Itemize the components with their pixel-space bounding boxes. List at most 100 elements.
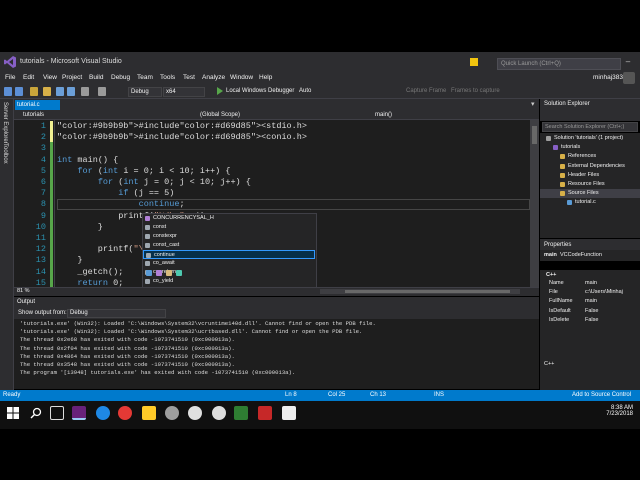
run-target-label[interactable]: Local Windows Debugger <box>226 88 294 94</box>
feedback-flag-icon[interactable] <box>470 58 478 66</box>
menu-project[interactable]: Project <box>62 74 82 81</box>
visual-studio-taskbar-icon[interactable] <box>72 406 86 420</box>
menu-tools[interactable]: Tools <box>160 74 175 81</box>
nav-function-select[interactable]: main() <box>367 111 527 119</box>
tab-list-dropdown-icon[interactable]: ▾ <box>531 100 535 108</box>
avatar[interactable] <box>623 72 635 84</box>
tree-item[interactable]: tutorials <box>561 144 580 150</box>
editor-vertical-scrollbar[interactable] <box>530 120 539 287</box>
properties-title: Properties <box>544 242 572 248</box>
intellisense-item[interactable]: constexpr <box>143 232 315 241</box>
menu-window[interactable]: Window <box>230 74 253 81</box>
add-to-source-control-button[interactable]: Add to Source Control <box>572 392 631 398</box>
line-number: 14 <box>35 266 46 277</box>
code-line: for (int i = 0; i < 10; i++) { <box>77 165 231 176</box>
frames-to-capture-field[interactable]: Frames to capture <box>451 88 500 94</box>
quick-launch-input[interactable]: Quick Launch (Ctrl+Q) <box>497 58 621 70</box>
forward-icon[interactable] <box>15 87 23 96</box>
intellisense-item[interactable]: CONCURRENCYSAL_H <box>143 214 315 223</box>
document-tabstrip <box>14 99 539 110</box>
property-value[interactable]: main <box>585 280 597 286</box>
menu-edit[interactable]: Edit <box>23 74 34 81</box>
tree-item[interactable]: Resource Files <box>568 181 605 187</box>
chrome-icon[interactable] <box>118 406 132 420</box>
start-debugging-icon[interactable] <box>217 87 223 95</box>
property-value[interactable]: main <box>585 298 597 304</box>
change-marker-saved <box>50 142 53 287</box>
toolbox-tab[interactable]: Toolbox <box>2 143 8 164</box>
new-project-icon[interactable] <box>30 87 38 96</box>
capture-frame-button[interactable]: Capture Frame <box>406 88 446 94</box>
file-explorer-icon[interactable] <box>142 406 156 420</box>
menu-view[interactable]: View <box>43 74 57 81</box>
tree-item[interactable]: tutorial.c <box>575 199 596 205</box>
tree-item-icon <box>560 182 565 187</box>
filter-keywords-icon[interactable] <box>146 270 152 276</box>
document-tab[interactable]: tutorial.c <box>15 100 60 110</box>
edge-icon[interactable] <box>96 406 110 420</box>
completion-kind-icon <box>145 234 150 239</box>
solution-explorer-search-input[interactable]: Search Solution Explorer (Ctrl+;) <box>542 122 638 132</box>
intellisense-item[interactable]: co_yield <box>143 277 315 286</box>
search-icon[interactable] <box>30 407 42 419</box>
property-value[interactable]: c:\Users\Minhaj <box>585 289 623 295</box>
code-line: continue; <box>138 199 185 210</box>
app-icon-3[interactable] <box>212 406 226 420</box>
save-icon[interactable] <box>56 87 64 96</box>
taskbar-clock[interactable]: 8:38 AM 7/23/2018 <box>605 405 633 417</box>
editor-vertical-scroll-thumb[interactable] <box>532 126 537 144</box>
intellisense-item[interactable]: continue <box>143 250 315 259</box>
properties-object-name: main <box>544 252 557 258</box>
intellisense-item[interactable]: const <box>143 223 315 232</box>
undo-icon[interactable] <box>81 87 89 96</box>
menu-help[interactable]: Help <box>259 74 272 81</box>
user-name[interactable]: minhaj3838 <box>593 74 627 81</box>
tree-item[interactable]: References <box>568 153 596 159</box>
filter-functions-icon[interactable] <box>156 270 162 276</box>
output-source-select[interactable]: Debug <box>67 309 166 318</box>
menu-file[interactable]: File <box>5 74 15 81</box>
intellisense-item[interactable]: co_await <box>143 259 315 268</box>
menu-team[interactable]: Team <box>137 74 153 81</box>
run-mode-label[interactable]: Auto <box>299 88 311 94</box>
properties-object-select[interactable]: main VCCodeFunction <box>540 250 640 261</box>
app-icon-4[interactable] <box>234 406 248 420</box>
acrobat-icon[interactable] <box>258 406 272 420</box>
tree-item[interactable]: External Dependencies <box>568 163 625 169</box>
tree-item[interactable]: Source Files <box>568 190 599 196</box>
back-icon[interactable] <box>4 87 12 96</box>
status-insert-mode: INS <box>434 392 445 398</box>
minimize-button[interactable]: – <box>624 57 632 67</box>
tree-item-icon <box>560 191 565 197</box>
window-title: tutorials - Microsoft Visual Studio <box>20 58 122 65</box>
menu-test[interactable]: Test <box>183 74 195 81</box>
nav-scope-select[interactable]: (Global Scope) <box>192 111 365 119</box>
redo-icon[interactable] <box>98 87 106 96</box>
filter-types-icon[interactable] <box>176 270 182 276</box>
app-icon-2[interactable] <box>188 406 202 420</box>
windows-start-icon[interactable] <box>7 407 19 419</box>
save-all-icon[interactable] <box>67 87 75 96</box>
app-icon-1[interactable] <box>165 406 179 420</box>
zoom-level[interactable]: 81 % <box>17 288 30 294</box>
tree-item[interactable]: Solution 'tutorials' (1 project) <box>554 135 623 141</box>
menu-build[interactable]: Build <box>89 74 103 81</box>
task-view-icon[interactable] <box>50 406 64 420</box>
menu-debug[interactable]: Debug <box>111 74 130 81</box>
properties-section[interactable]: C++ <box>546 272 556 278</box>
status-char: Ch 13 <box>370 392 387 398</box>
tree-item[interactable]: Header Files <box>568 172 599 178</box>
property-value[interactable]: False <box>585 317 598 323</box>
server-explorer-tab[interactable]: Server Explorer <box>2 102 8 144</box>
property-value[interactable]: False <box>585 308 598 314</box>
platform-select[interactable]: x64 <box>163 87 205 97</box>
menu-analyze[interactable]: Analyze <box>202 74 225 81</box>
nav-project-select[interactable]: tutorials <box>15 111 195 119</box>
toolbar <box>0 85 640 99</box>
filter-variables-icon[interactable] <box>166 270 172 276</box>
solution-config-select[interactable]: Debug <box>128 87 162 97</box>
app-icon-5[interactable] <box>282 406 296 420</box>
intellisense-item[interactable]: const_cast <box>143 241 315 250</box>
open-folder-icon[interactable] <box>43 87 51 96</box>
editor-horizontal-scroll-thumb[interactable] <box>345 290 510 293</box>
